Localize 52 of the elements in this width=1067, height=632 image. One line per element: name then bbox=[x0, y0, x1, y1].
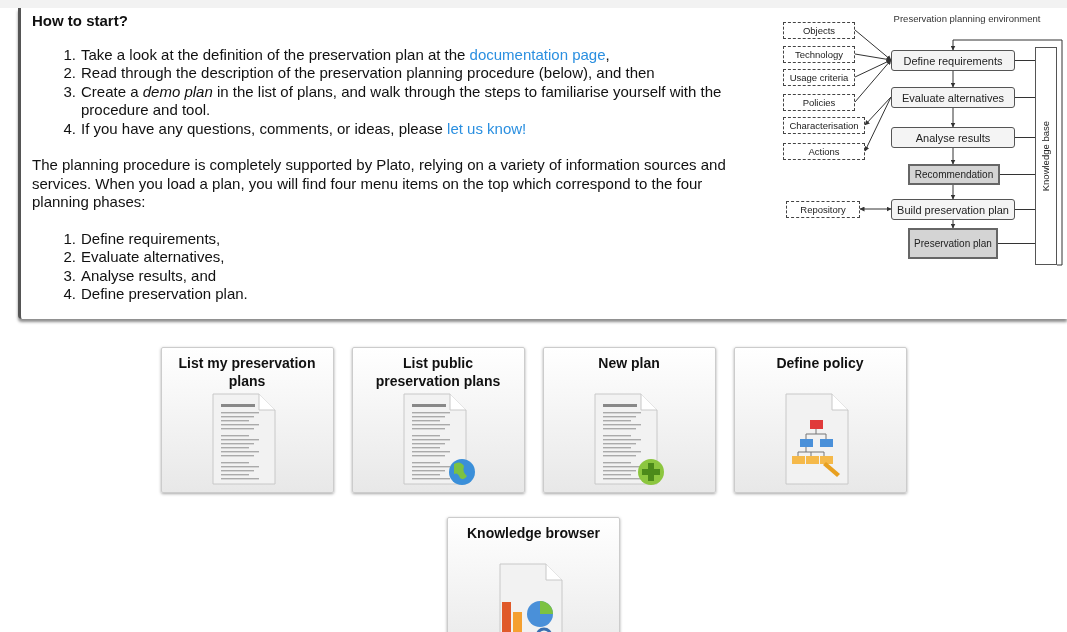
list-item-text: Analyse results, and bbox=[81, 266, 217, 285]
diagram-title: Preservation planning environment bbox=[892, 12, 1042, 26]
process-box: Define requirements bbox=[891, 50, 1015, 71]
list-item-text: Take a look at the definition of the preservation plan at the documentation page, bbox=[81, 45, 610, 64]
menu-tile[interactable]: List my preservation plans bbox=[160, 347, 334, 493]
list-number: 2. bbox=[62, 64, 76, 83]
input-box: Actions bbox=[783, 143, 865, 160]
connector-line bbox=[999, 174, 1036, 175]
list-number: 4. bbox=[62, 285, 76, 304]
connector-arrow bbox=[950, 107, 956, 128]
result-box: Recommendation bbox=[908, 164, 1000, 185]
menu-tile[interactable]: Define policy bbox=[733, 347, 907, 493]
text-link[interactable]: let us know! bbox=[447, 119, 527, 137]
input-box: Usage criteria bbox=[783, 69, 855, 86]
double-arrow bbox=[859, 206, 892, 212]
list-number: 3. bbox=[62, 266, 76, 285]
connector-arrow bbox=[950, 147, 956, 165]
list-number: 1. bbox=[62, 45, 76, 64]
menu-tile[interactable]: New plan bbox=[542, 347, 716, 493]
list-item-text: Define preservation plan. bbox=[81, 285, 248, 304]
connector-arrow bbox=[950, 184, 956, 200]
list-number: 3. bbox=[62, 82, 76, 102]
connector-line bbox=[1014, 97, 1036, 98]
section-heading: How to start? bbox=[32, 12, 129, 31]
repository-box: Repository bbox=[786, 201, 860, 218]
input-box: Technology bbox=[783, 46, 855, 63]
list-item-text: Create a demo plan in the list of plans, and walk through the steps to familiarise yourself with the procedure and tool. bbox=[81, 82, 723, 120]
connector-line bbox=[1014, 209, 1036, 210]
input-box: Policies bbox=[783, 94, 855, 111]
list-number: 4. bbox=[62, 119, 76, 138]
list-item-text: Evaluate alternatives, bbox=[81, 248, 225, 267]
list-item-text: Define requirements, bbox=[81, 229, 221, 248]
connector-line bbox=[1014, 137, 1036, 138]
description-paragraph: The planning procedure is completely supported by Plato, relying on a variety of information sources and services. When you load a plan, you will find four menu items on the top which correspond to the four planning phases: bbox=[32, 156, 727, 212]
input-box: Characterisation bbox=[783, 117, 865, 134]
input-box: Objects bbox=[783, 22, 855, 39]
connector-arrow bbox=[950, 219, 956, 229]
process-box: Evaluate alternatives bbox=[891, 87, 1015, 108]
list-number: 2. bbox=[62, 248, 76, 267]
list-item-text: If you have any questions, comments, or ideas, please let us know! bbox=[81, 119, 527, 138]
process-box: Analyse results bbox=[891, 127, 1015, 148]
list-number: 1. bbox=[62, 229, 76, 248]
knowledge-base-box: Knowledge base bbox=[1035, 47, 1057, 265]
text-link[interactable]: documentation page bbox=[469, 45, 606, 63]
menu-tile[interactable]: Knowledge browser bbox=[447, 517, 620, 632]
menu-tile[interactable]: List public preservation plans bbox=[351, 347, 525, 493]
process-box: Build preservation plan bbox=[891, 199, 1015, 220]
result-box: Preservation plan bbox=[908, 228, 998, 259]
connector-line bbox=[1014, 60, 1036, 61]
connector-line bbox=[997, 243, 1036, 244]
list-item-text: Read through the description of the preservation planning procedure (below), and then bbox=[81, 64, 655, 83]
connector-arrow bbox=[950, 70, 956, 88]
